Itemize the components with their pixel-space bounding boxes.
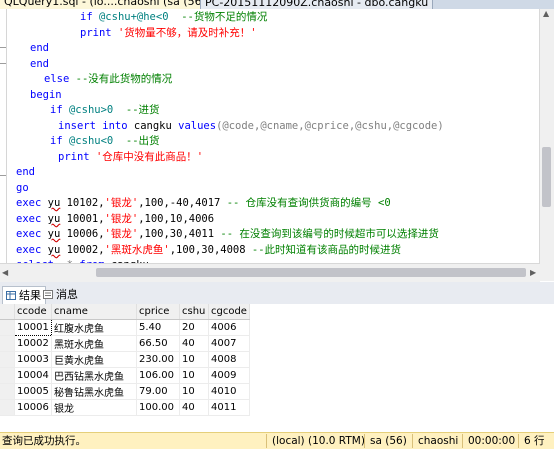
grid-cell[interactable]: 100.00	[136, 399, 180, 416]
column-header[interactable]: cshu	[179, 304, 209, 320]
horizontal-scroll-thumb[interactable]	[96, 268, 526, 277]
grid-cell[interactable]: 4006	[208, 319, 250, 336]
editor-vertical-scrollbar[interactable]: ▲	[539, 9, 554, 281]
grid-cell[interactable]: 10004	[14, 367, 52, 384]
vertical-scroll-thumb[interactable]	[542, 147, 551, 207]
status-separator	[266, 434, 267, 448]
code-line: print '仓库中没有此商品！'	[58, 151, 204, 163]
code-line: print '货物量不够，请及时补充！'	[80, 27, 257, 39]
grid-icon	[6, 291, 16, 300]
document-tab-bar: QLQuery1.sql - (lo....chaoshi (sa (56))*…	[0, 0, 554, 9]
column-header[interactable]: ccode	[14, 304, 52, 320]
grid-cell[interactable]: 巨黄水虎鱼	[51, 351, 137, 368]
sql-editor[interactable]: if @cshu+@he<0 --货物不足的情况 print '货物量不够，请及…	[0, 9, 540, 263]
message-icon	[43, 290, 53, 299]
table-row[interactable]: 10001 红腹水虎鱼 5.40 20 4006	[0, 319, 250, 336]
code-line: exec yu 10102,'银龙',100,-40,4017 -- 仓库没有查…	[16, 197, 391, 209]
code-line: end	[30, 42, 49, 54]
row-header[interactable]	[0, 383, 15, 400]
scroll-up-icon[interactable]: ▲	[543, 9, 549, 18]
grid-cell[interactable]: 巴西钻黑水虎鱼	[51, 367, 137, 384]
row-header[interactable]	[0, 335, 15, 352]
grid-cell[interactable]: 66.50	[136, 335, 180, 352]
table-row[interactable]: 10004 巴西钻黑水虎鱼 106.00 10 4009	[0, 367, 250, 384]
code-line: exec yu 10006,'银龙',100,30,4011 -- 在没查询到该…	[16, 228, 439, 240]
grid-cell[interactable]: 40	[179, 335, 209, 352]
outline-marker	[0, 175, 6, 176]
table-row[interactable]: 10005 秘鲁钻黑水虎鱼 79.00 10 4010	[0, 383, 250, 400]
grid-cell[interactable]: 10005	[14, 383, 52, 400]
status-separator	[518, 434, 519, 448]
editor-horizontal-scrollbar[interactable]: ◀ ▶	[0, 263, 540, 282]
outline-marker	[0, 63, 6, 64]
column-header[interactable]: cgcode	[208, 304, 250, 320]
table-row[interactable]: 10003 巨黄水虎鱼 230.00 10 4008	[0, 351, 250, 368]
row-header[interactable]	[0, 399, 15, 416]
grid-corner[interactable]	[0, 304, 15, 320]
grid-cell[interactable]: 106.00	[136, 367, 180, 384]
grid-cell[interactable]: 20	[179, 319, 209, 336]
scroll-right-icon[interactable]: ▶	[530, 268, 536, 277]
code-line: exec yu 10001,'银龙',100,10,4006	[16, 213, 215, 225]
status-separator	[462, 434, 463, 448]
status-elapsed-time: 00:00:00	[468, 435, 516, 447]
results-grid[interactable]: ccode cname cprice cshu cgcode 10001 红腹水…	[0, 304, 554, 432]
row-header[interactable]	[0, 319, 15, 336]
tab-results-label: 结果	[19, 289, 41, 302]
code-line: end	[16, 166, 35, 178]
grid-cell[interactable]: 10	[179, 367, 209, 384]
grid-cell[interactable]: 5.40	[136, 319, 180, 336]
code-line: go	[16, 182, 29, 194]
grid-cell[interactable]: 4009	[208, 367, 250, 384]
code-line: begin	[30, 89, 62, 101]
grid-cell[interactable]: 10001	[14, 319, 52, 336]
grid-cell[interactable]: 4008	[208, 351, 250, 368]
tab-messages-label: 消息	[56, 288, 78, 301]
grid-cell[interactable]: 4011	[208, 399, 250, 416]
grid-cell[interactable]: 10	[179, 383, 209, 400]
grid-cell[interactable]: 银龙	[51, 399, 137, 416]
tab-table-object[interactable]: PC-20151112090Z.chaoshi - dbo.cangku	[200, 0, 434, 9]
grid-cell[interactable]: 4007	[208, 335, 250, 352]
tab-query[interactable]: QLQuery1.sql - (lo....chaoshi (sa (56))*	[0, 0, 221, 9]
scroll-left-icon[interactable]: ◀	[2, 268, 8, 277]
column-header[interactable]: cprice	[136, 304, 180, 320]
results-tab-bar: 结果 消息	[0, 282, 554, 305]
grid-cell[interactable]: 10006	[14, 399, 52, 416]
grid-cell[interactable]: 40	[179, 399, 209, 416]
code-line: if @cshu+@he<0 --货物不足的情况	[80, 11, 268, 23]
grid-header-row: ccode cname cprice cshu cgcode	[0, 304, 250, 320]
grid-cell[interactable]: 秘鲁钻黑水虎鱼	[51, 383, 137, 400]
table-row[interactable]: 10006 银龙 100.00 40 4011	[0, 399, 250, 416]
status-separator	[364, 434, 365, 448]
status-bar: 查询已成功执行。 (local) (10.0 RTM) sa (56) chao…	[0, 432, 554, 449]
status-row-count: 6 行	[524, 435, 545, 447]
status-user: sa (56)	[370, 435, 407, 447]
row-header[interactable]	[0, 351, 15, 368]
code-line: insert into cangku values(@code,@cname,@…	[58, 120, 444, 132]
grid-cell[interactable]: 4010	[208, 383, 250, 400]
grid-cell[interactable]: 红腹水虎鱼	[51, 319, 137, 336]
grid-cell[interactable]: 10002	[14, 335, 52, 352]
outline-marker	[0, 47, 6, 48]
grid-cell[interactable]: 10	[179, 351, 209, 368]
tab-messages[interactable]: 消息	[40, 286, 82, 303]
code-line: exec yu 10002,'黑斑水虎鱼',100,30,4008 --此时知道…	[16, 244, 402, 256]
status-message: 查询已成功执行。	[2, 435, 86, 447]
grid-cell[interactable]: 10003	[14, 351, 52, 368]
status-database: chaoshi	[418, 435, 459, 447]
table-row[interactable]: 10002 黑斑水虎鱼 66.50 40 4007	[0, 335, 250, 352]
code-line: else --没有此货物的情况	[44, 73, 173, 85]
column-header[interactable]: cname	[51, 304, 137, 320]
grid-cell[interactable]: 79.00	[136, 383, 180, 400]
status-server: (local) (10.0 RTM)	[272, 435, 365, 447]
row-header[interactable]	[0, 367, 15, 384]
status-separator	[412, 434, 413, 448]
grid-cell[interactable]: 230.00	[136, 351, 180, 368]
code-line: if @cshu<0 --出货	[50, 135, 160, 147]
code-line: if @cshu>0 --进货	[50, 104, 160, 116]
code-line: end	[30, 58, 49, 70]
grid-cell[interactable]: 黑斑水虎鱼	[51, 335, 137, 352]
